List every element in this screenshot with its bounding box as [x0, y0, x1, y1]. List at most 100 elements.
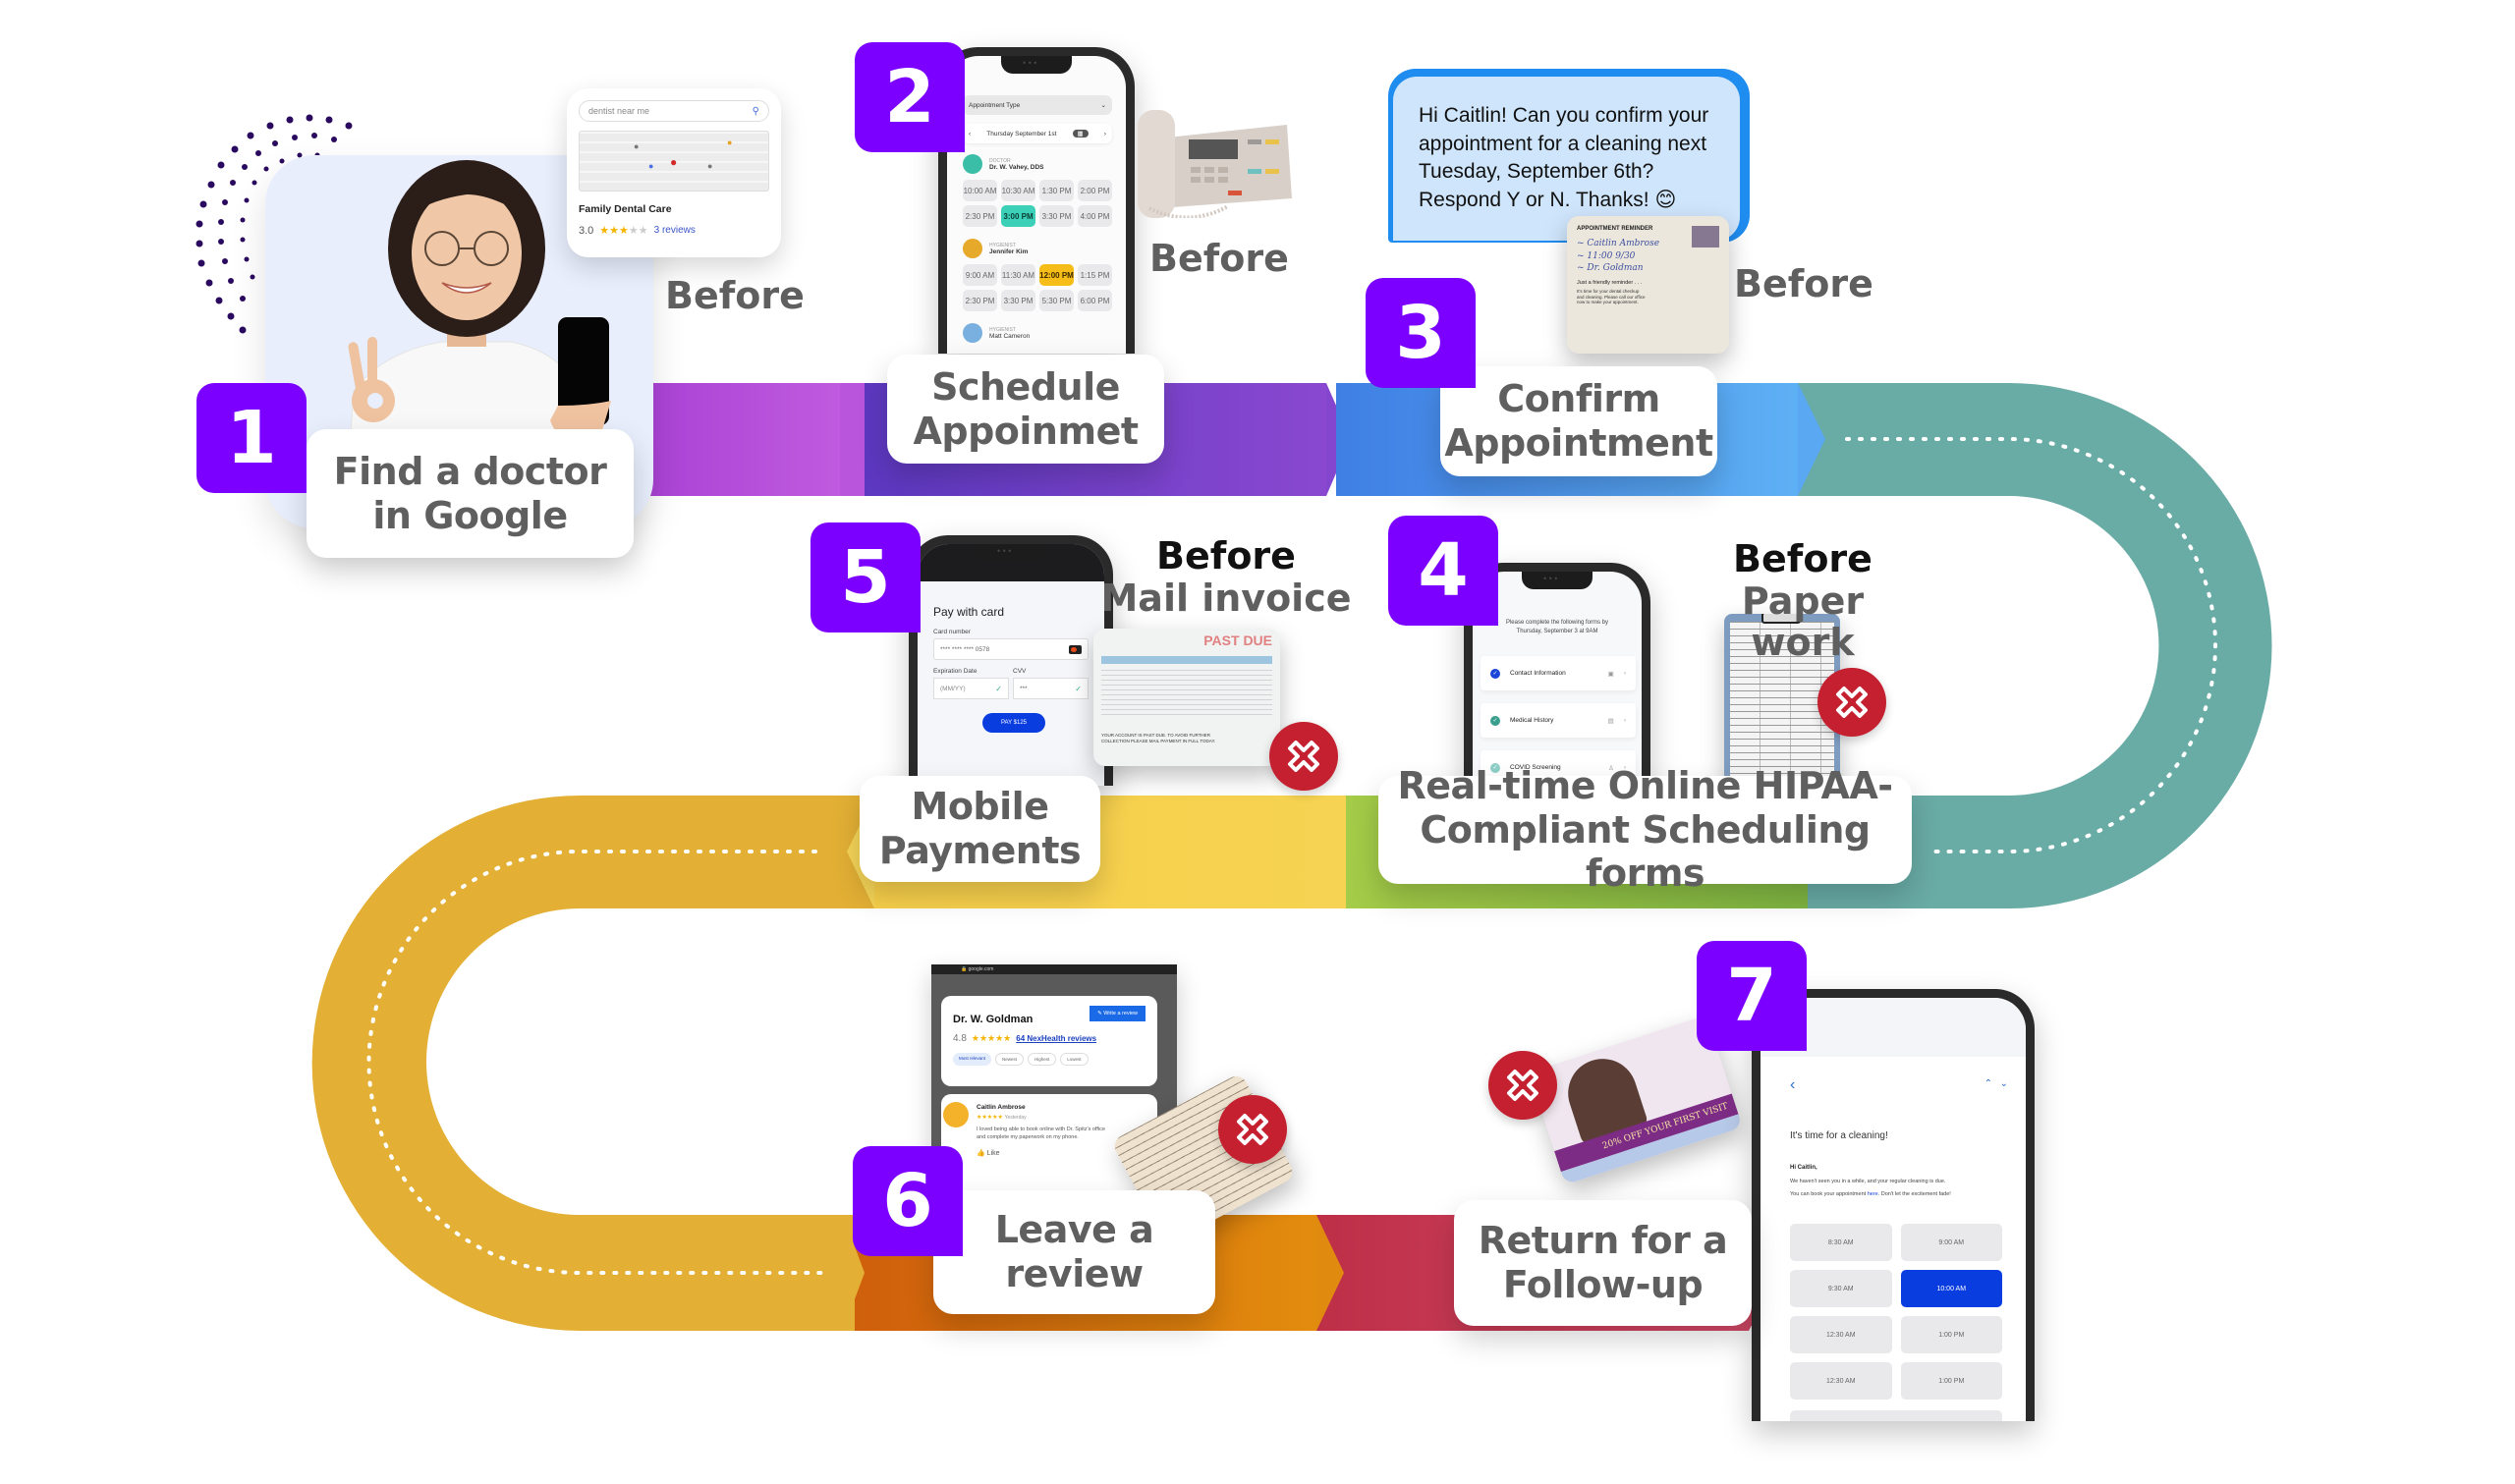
before-label-step5: Before Mail invoice — [1093, 535, 1359, 619]
time-slot[interactable]: 9:30 AM — [1790, 1270, 1892, 1307]
pay-button[interactable]: PAY $125 — [982, 713, 1045, 733]
time-slot[interactable]: 12:30 AM — [1790, 1316, 1892, 1353]
nav-down-icon[interactable]: ⌄ — [2000, 1078, 2008, 1089]
past-due-stamp: PAST DUE — [1203, 632, 1272, 648]
reject-icon — [1817, 668, 1886, 737]
time-slot[interactable]: 1:00 PM — [1900, 1362, 2002, 1400]
time-slot[interactable]: 3:30 PM — [1001, 290, 1035, 311]
expiration-value: (MM/YY) — [940, 685, 966, 692]
time-slot-grid: 8:30 AM 9:00 AM 9:30 AM 10:00 AM 12:30 A… — [1790, 1224, 2002, 1400]
reviews-link[interactable]: 64 NexHealth reviews — [1016, 1034, 1096, 1043]
filter-chip[interactable]: Most relevant — [953, 1053, 992, 1066]
check-circle-icon: ✓ — [1490, 668, 1500, 679]
time-slot[interactable]: 6:00 PM — [1078, 290, 1112, 311]
phone-notch — [1522, 572, 1593, 589]
time-slot[interactable]: 2:30 PM — [963, 205, 997, 227]
like-label: Like — [986, 1149, 1000, 1157]
next-date-icon[interactable]: › — [1104, 131, 1106, 137]
more-button[interactable]: MORE — [1790, 1410, 2002, 1421]
expiration-field[interactable]: (MM/YY) ✓ — [933, 678, 1009, 699]
browser-address-bar[interactable]: 🔒 google.com — [931, 964, 1177, 974]
time-slot[interactable]: 11:30 AM — [1001, 264, 1035, 286]
form-item[interactable]: ✓ Contact Information ▣ › — [1481, 656, 1636, 690]
write-review-button[interactable]: ✎ Write a review — [1090, 1006, 1146, 1021]
back-icon[interactable]: ‹ — [1790, 1076, 1795, 1094]
time-slot[interactable]: 1:15 PM — [1078, 264, 1112, 286]
date-picker[interactable]: ‹ Thursday September 1st ▦ › — [963, 124, 1112, 143]
url-text: google.com — [968, 966, 994, 972]
review-text: I loved being able to book online with D… — [977, 1127, 1105, 1141]
time-slot[interactable]: 12:30 AM — [1790, 1362, 1892, 1400]
avatar — [963, 323, 982, 343]
filter-chip[interactable]: Newest — [995, 1053, 1025, 1066]
reviewer-name: Caitlin Ambrose — [977, 1104, 1026, 1111]
time-slot[interactable]: 10:00 AM — [963, 180, 997, 201]
time-slot[interactable]: 1:00 PM — [1900, 1316, 2002, 1353]
review-time: Yesterday — [1004, 1115, 1027, 1121]
book-link[interactable]: here — [1868, 1191, 1878, 1197]
star-rating: ★★★★★ — [599, 225, 648, 237]
nav-up-icon[interactable]: ⌃ — [1984, 1078, 1992, 1089]
step-title-line: review — [1005, 1252, 1144, 1295]
before-title: Before — [1156, 534, 1296, 577]
card-number-value: **** **** **** 0578 — [940, 645, 990, 653]
time-slot[interactable]: 2:30 PM — [963, 290, 997, 311]
filter-chip[interactable]: Lowest — [1060, 1053, 1089, 1066]
chevron-down-icon: ⌄ — [1100, 102, 1106, 109]
phone-notch — [1001, 56, 1072, 74]
follow-up-phone: ‹ ⌃ ⌄ It's time for a cleaning! Hi Caitl… — [1752, 989, 2035, 1421]
card-number-label: Card number — [933, 629, 971, 635]
step-label-2[interactable]: Schedule Appoinmet — [887, 355, 1164, 464]
step-title-line: Compliant Scheduling forms — [1420, 807, 1871, 896]
time-slot[interactable]: 10:30 AM — [1001, 180, 1035, 201]
time-slot[interactable]: 4:00 PM — [1078, 205, 1112, 227]
step-label-3[interactable]: Confirm Appointment — [1440, 366, 1717, 476]
time-slot[interactable]: 9:00 AM — [1900, 1224, 2002, 1261]
time-slot-selected[interactable]: 3:00 PM — [1001, 205, 1035, 227]
avatar — [963, 239, 982, 258]
before-label-step4: Before Paper work — [1690, 538, 1916, 664]
mastercard-icon — [1069, 644, 1082, 654]
reject-icon — [1218, 1095, 1287, 1164]
business-name[interactable]: Family Dental Care — [579, 203, 769, 215]
postcard-reminder: Just a friendly reminder . . . — [1577, 279, 1643, 286]
step-title-line: Appoinmet — [913, 409, 1139, 453]
rating-value: 4.8 — [953, 1033, 967, 1044]
filter-chip[interactable]: Highest — [1028, 1053, 1057, 1066]
map-thumbnail: ● ● ● ● ● — [579, 131, 769, 192]
map-pin-icon: ● — [727, 137, 733, 147]
time-slot[interactable]: 9:00 AM — [963, 264, 997, 286]
calendar-icon[interactable]: ▦ — [1072, 130, 1089, 137]
sms-line: Tuesday, September 6th? — [1419, 160, 1654, 184]
time-slot[interactable]: 1:30 PM — [1039, 180, 1074, 201]
prev-date-icon[interactable]: ‹ — [969, 131, 971, 137]
reviews-link[interactable]: 3 reviews — [654, 225, 696, 236]
step-title-line: Find a doctor — [333, 449, 607, 493]
time-slot[interactable]: 3:30 PM — [1039, 205, 1074, 227]
rating-row: 4.8 ★★★★★ 64 NexHealth reviews — [953, 1033, 1146, 1044]
step-label-6[interactable]: Leave a review — [933, 1190, 1215, 1314]
map-pin-icon: ● — [634, 141, 640, 151]
appointment-type-dropdown[interactable]: Appointment Type ⌄ — [963, 95, 1112, 115]
expiration-label: Expiration Date — [933, 668, 978, 675]
time-slot[interactable]: 2:00 PM — [1078, 180, 1112, 201]
before-title: Before — [1733, 537, 1872, 580]
step-label-1[interactable]: Find a doctor in Google — [307, 429, 634, 558]
search-icon[interactable]: ⚲ — [753, 106, 759, 117]
time-slot[interactable]: 5:30 PM — [1039, 290, 1074, 311]
search-bar[interactable]: dentist near me ⚲ — [579, 100, 769, 122]
scheduling-phone: Appointment Type ⌄ ‹ Thursday September 1… — [938, 47, 1135, 354]
step-label-5[interactable]: Mobile Payments — [860, 776, 1100, 882]
time-slot[interactable]: 8:30 AM — [1790, 1224, 1892, 1261]
time-slot-selected[interactable]: 12:00 PM — [1039, 264, 1074, 286]
search-input[interactable]: dentist near me — [588, 106, 649, 116]
time-slot-selected[interactable]: 10:00 AM — [1900, 1270, 2002, 1307]
card-number-field[interactable]: **** **** **** 0578 — [933, 638, 1089, 660]
email-body: You can book your appointment here. Don'… — [1790, 1191, 1951, 1197]
step-title-line: Leave a — [994, 1208, 1154, 1252]
sms-line: Respond Y or N. Thanks! 😊 — [1419, 188, 1677, 211]
form-item[interactable]: ✓ Medical History ▤ › — [1481, 703, 1636, 738]
step-label-7[interactable]: Return for a Follow-up — [1454, 1200, 1752, 1326]
cvv-field[interactable]: *** ✓ — [1013, 678, 1089, 699]
step-label-4[interactable]: Real-time Online HIPAA- Compliant Schedu… — [1378, 764, 1912, 895]
